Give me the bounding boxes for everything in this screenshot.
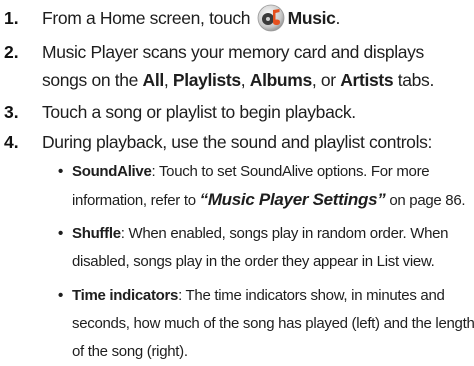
- tab-all-label: All: [142, 70, 165, 90]
- separator: ,: [240, 70, 250, 90]
- music-label: Music: [287, 8, 336, 28]
- step-number: 3.: [4, 102, 19, 122]
- step-text: Music Player scans your memory card and …: [42, 38, 470, 94]
- bullet-dot: •: [58, 163, 63, 180]
- bullet-text: information, refer to: [72, 192, 200, 209]
- step-number: 1.: [4, 8, 19, 28]
- step-2-line-1: Music Player scans your memory card and …: [42, 42, 424, 62]
- list-item-time-indicators: • Time indicators: The time indicators sh…: [58, 282, 474, 366]
- step-1-text-start: From a Home screen, touch: [42, 8, 255, 28]
- bullet-text: : The time indicators show, in minutes a…: [178, 287, 445, 304]
- step-1-period: .: [335, 8, 341, 28]
- bullet-term: Shuffle: [72, 225, 121, 242]
- step-text: During playback, use the sound and playl…: [42, 132, 433, 152]
- bullet-text: : When enabled, songs play in random ord…: [120, 225, 449, 242]
- separator: ,: [163, 70, 173, 90]
- bullet-term: SoundAlive: [72, 163, 152, 180]
- step-text: Touch a song or playlist to begin playba…: [42, 102, 356, 122]
- step-text: From a Home screen, touch Music.: [42, 4, 470, 32]
- step-2-line-2-end: tabs.: [393, 70, 435, 90]
- tab-artists-label: Artists: [340, 70, 394, 90]
- bullet-text: disabled, songs play in the order they a…: [72, 253, 435, 270]
- step-number: 2.: [4, 42, 19, 62]
- bullet-term: Time indicators: [72, 287, 179, 304]
- tab-playlists-label: Playlists: [172, 70, 241, 90]
- bullet-text: : Touch to set SoundAlive options. For m…: [151, 163, 430, 180]
- separator: , or: [311, 70, 341, 90]
- bullet-text: seconds, how much of the song has played…: [72, 315, 474, 332]
- list-item-soundalive: • SoundAlive: Touch to set SoundAlive opt…: [58, 158, 472, 215]
- music-player-icon: [257, 4, 285, 32]
- bullet-dot: •: [58, 287, 63, 304]
- step-2-line-2-start: songs on the: [42, 70, 143, 90]
- bullet-text: on page 86.: [385, 192, 466, 209]
- bullet-dot: •: [58, 225, 63, 242]
- tab-albums-label: Albums: [249, 70, 312, 90]
- page: 1. From a Home screen, touch Music. 2. M…: [0, 0, 474, 366]
- bullet-text: of the song (right).: [72, 343, 188, 360]
- step-number: 4.: [4, 132, 19, 152]
- list-item-shuffle: • Shuffle: When enabled, songs play in ra…: [58, 220, 472, 276]
- cross-reference-link: “Music Player Settings”: [199, 190, 386, 209]
- step-2-line-2: songs on the All, Playlists, Albums, or …: [42, 66, 470, 94]
